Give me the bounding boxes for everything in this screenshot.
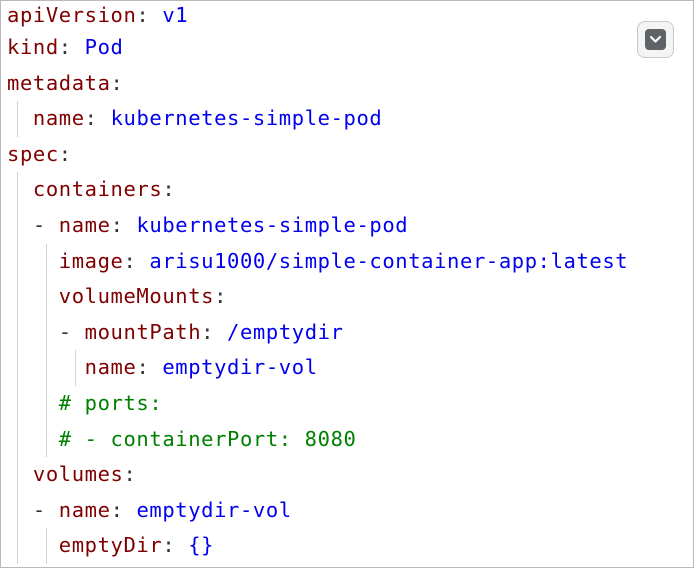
- code-line-14: volumes:: [1, 457, 693, 493]
- yaml-value: emptydir-vol: [162, 355, 318, 380]
- code-line-11: name: emptydir-vol: [1, 350, 693, 386]
- yaml-key: name: [58, 497, 111, 522]
- code-line-15: - name: emptydir-vol: [1, 492, 693, 529]
- yaml-separator: :: [201, 319, 228, 344]
- yaml-value: v1: [162, 3, 189, 27]
- yaml-separator: :: [123, 248, 150, 273]
- code-line-8: image: arisu1000/simple-container-app:la…: [1, 243, 693, 280]
- code-line-9: volumeMounts:: [1, 279, 693, 315]
- yaml-key: name: [58, 212, 111, 237]
- yaml-key: volumes: [32, 462, 124, 487]
- indent-guide: [17, 314, 18, 351]
- yaml-comment: # ports:: [58, 390, 163, 415]
- indent-guide: [17, 207, 18, 244]
- yaml-value: arisu1000/simple-container-app:latest: [149, 248, 629, 273]
- yaml-key: apiVersion: [7, 3, 137, 27]
- yaml-key: emptyDir: [58, 533, 163, 558]
- indent-guide: [46, 350, 47, 386]
- yaml-separator: :: [110, 497, 137, 522]
- yaml-list-dash: -: [58, 319, 85, 344]
- yaml-value: {}: [188, 533, 215, 558]
- yaml-key: spec: [7, 141, 59, 166]
- code-line-1: apiVersion: v1: [1, 1, 693, 30]
- yaml-key: name: [32, 106, 85, 131]
- code-line-4: name: kubernetes-simple-pod: [1, 101, 693, 137]
- indent-guide: [46, 279, 47, 315]
- yaml-value: kubernetes-simple-pod: [110, 106, 383, 131]
- yaml-separator: :: [136, 355, 163, 380]
- yaml-separator: :: [162, 533, 189, 558]
- indent-guide: [46, 528, 47, 564]
- yaml-value: emptydir-vol: [136, 497, 292, 522]
- yaml-key: kind: [7, 35, 59, 59]
- indent-guide: [17, 279, 18, 315]
- yaml-key: volumeMounts: [58, 284, 215, 309]
- yaml-value: Pod: [84, 35, 124, 59]
- indent-guide: [46, 243, 47, 280]
- indent-guide: [17, 421, 18, 458]
- yaml-separator: :: [136, 3, 163, 27]
- indent-guide: [17, 492, 18, 529]
- yaml-separator: :: [110, 212, 137, 237]
- indent-guide: [17, 172, 18, 208]
- code-block: apiVersion: v1 kind: Pod metadata: name:…: [1, 1, 693, 564]
- yaml-list-dash: -: [32, 497, 59, 522]
- code-line-16: emptyDir: {}: [1, 528, 693, 564]
- indent-guide: [17, 457, 18, 493]
- yaml-key: image: [58, 248, 124, 273]
- yaml-value: /emptydir: [227, 319, 344, 344]
- yaml-separator: :: [58, 35, 85, 59]
- code-line-6: containers:: [1, 172, 693, 208]
- yaml-value: kubernetes-simple-pod: [136, 212, 409, 237]
- yaml-key: metadata: [7, 70, 111, 95]
- yaml-separator: :: [214, 284, 228, 309]
- yaml-key: mountPath: [84, 319, 202, 344]
- indent-guide: [46, 314, 47, 351]
- chevron-down-icon: [645, 29, 666, 50]
- code-line-10: - mountPath: /emptydir: [1, 314, 693, 351]
- yaml-separator: :: [123, 462, 137, 487]
- yaml-list-dash: -: [32, 212, 59, 237]
- code-line-3: metadata:: [1, 66, 693, 102]
- yaml-separator: :: [58, 141, 72, 166]
- code-line-7: - name: kubernetes-simple-pod: [1, 207, 693, 244]
- code-line-2: kind: Pod: [1, 30, 693, 66]
- yaml-code-viewer: apiVersion: v1 kind: Pod metadata: name:…: [0, 0, 694, 568]
- indent-guide: [17, 528, 18, 564]
- yaml-comment: # - containerPort: 8080: [58, 426, 357, 451]
- code-line-5: spec:: [1, 137, 693, 173]
- yaml-key: containers: [32, 177, 163, 202]
- yaml-separator: :: [110, 70, 124, 95]
- yaml-key: name: [84, 355, 137, 380]
- indent-guide: [46, 421, 47, 458]
- yaml-separator: :: [162, 177, 176, 202]
- dropdown-button[interactable]: [637, 21, 674, 58]
- indent-guide: [75, 350, 76, 386]
- code-line-12: # ports:: [1, 385, 693, 422]
- indent-guide: [17, 350, 18, 386]
- indent-guide: [17, 385, 18, 422]
- indent-guide: [46, 385, 47, 422]
- indent-guide: [17, 101, 18, 137]
- indent-guide: [17, 243, 18, 280]
- code-line-13: # - containerPort: 8080: [1, 421, 693, 458]
- yaml-separator: :: [84, 106, 111, 131]
